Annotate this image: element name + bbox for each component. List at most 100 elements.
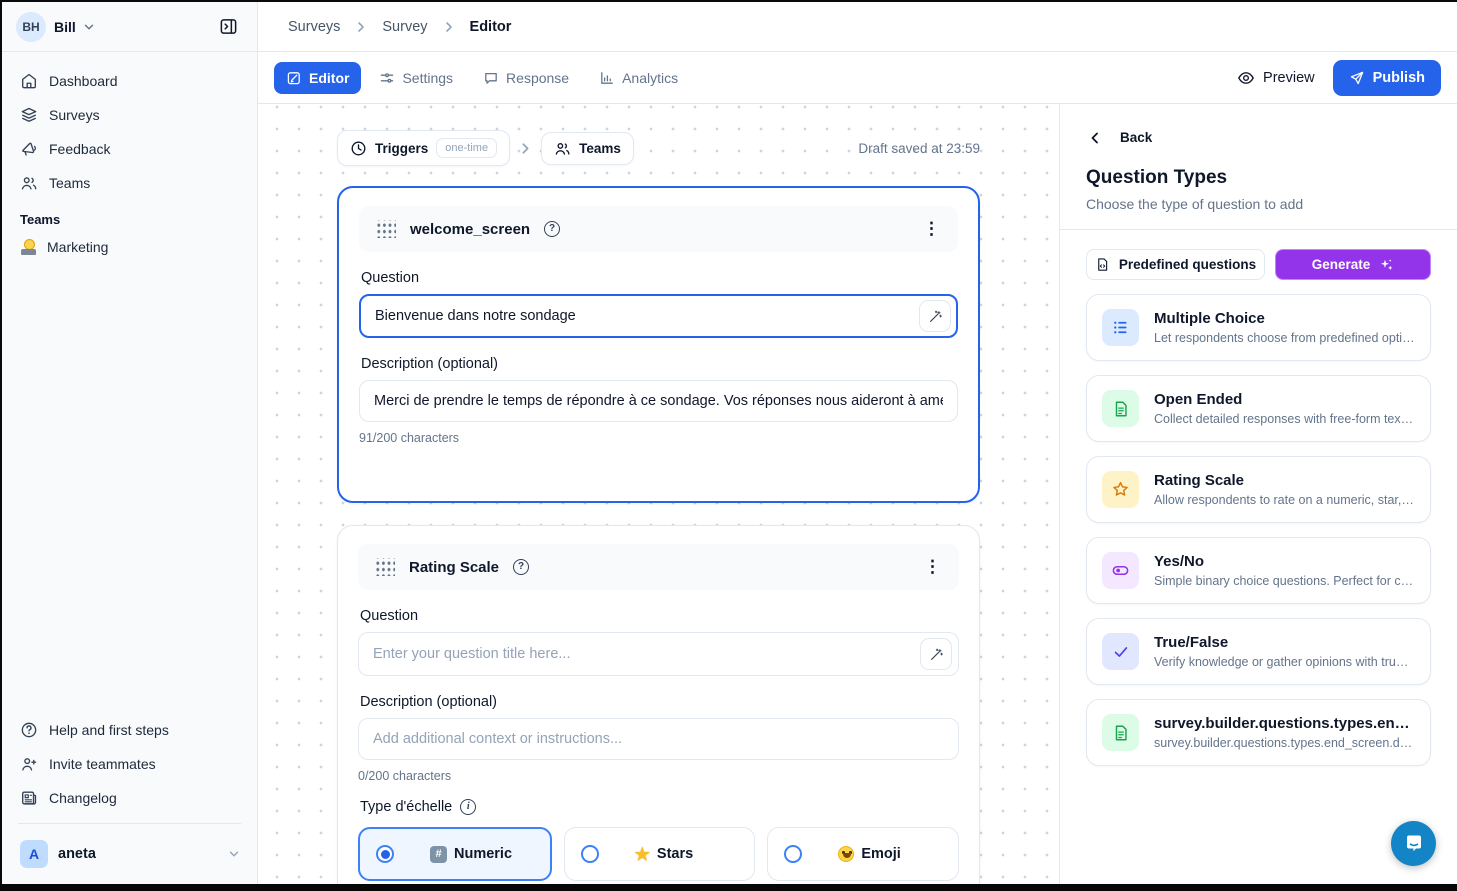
radio-unchecked-icon[interactable] [581,845,599,863]
magic-wand-icon [929,647,944,662]
question-type-yes-no[interactable]: Yes/No Simple binary choice questions. P… [1086,537,1431,604]
question-type-open-ended[interactable]: Open Ended Collect detailed responses wi… [1086,375,1431,442]
chat-smile-icon [1402,832,1426,856]
user-plus-icon [20,755,38,773]
question-type-description: Let respondents choose from predefined o… [1154,331,1415,345]
chevron-right-icon [518,141,533,156]
drag-handle-icon[interactable] [374,558,395,576]
radio-checked-icon[interactable] [376,845,394,863]
triggers-chip[interactable]: Triggers one-time [337,130,510,166]
clock-icon [350,140,367,157]
main-area: Surveys Survey Editor Editor Settings Re… [258,2,1457,884]
welcome-description-input[interactable] [359,380,958,422]
chevron-down-icon [229,849,239,859]
rating-question-input[interactable] [358,632,959,676]
question-type-multiple-choice[interactable]: Multiple Choice Let respondents choose f… [1086,294,1431,361]
kebab-menu-icon[interactable]: ⋮ [922,557,943,577]
generate-label: Generate [1312,257,1371,272]
document-icon [1102,390,1139,427]
question-type-description: Collect detailed responses with free-for… [1154,412,1415,426]
sidebar-item-teams[interactable]: Teams [12,166,247,200]
question-type-true-false[interactable]: True/False Verify knowledge or gather op… [1086,618,1431,685]
sidebar-item-feedback[interactable]: Feedback [12,132,247,166]
user-avatar[interactable]: BH [16,12,46,42]
question-type-title: Rating Scale [1154,472,1415,489]
welcome-card-title: welcome_screen [410,221,530,238]
list-icon [1102,309,1139,346]
question-type-rating-scale[interactable]: Rating Scale Allow respondents to rate o… [1086,456,1431,523]
drag-handle-icon[interactable] [375,220,396,238]
description-label: Description (optional) [360,694,957,710]
tab-response[interactable]: Response [471,62,581,94]
predefined-questions-button[interactable]: Predefined questions [1086,249,1265,280]
chat-bubble-icon [483,70,499,86]
scale-option-numeric[interactable]: #Numeric [358,827,552,881]
sidebar-collapse-button[interactable] [213,12,243,42]
breadcrumb-surveys[interactable]: Surveys [288,19,340,35]
sidebar-item-surveys[interactable]: Surveys [12,98,247,132]
bar-chart-icon [599,70,615,86]
divider [18,823,241,824]
sidebar-item-label: Dashboard [49,73,118,89]
teams-chip-label: Teams [579,141,621,156]
publish-button[interactable]: Publish [1333,60,1441,96]
ai-rewrite-button[interactable] [919,300,951,332]
tab-analytics[interactable]: Analytics [587,62,690,94]
question-type-end-screen[interactable]: survey.builder.questions.types.end_scr..… [1086,699,1431,766]
welcome-question-input[interactable] [359,294,958,338]
sidebar-item-marketing[interactable]: Marketing [2,231,257,263]
help-icon[interactable]: ? [513,559,529,575]
breadcrumb-editor: Editor [470,19,512,35]
chevron-down-icon [84,22,94,32]
sidebar-item-changelog[interactable]: Changelog [12,781,247,815]
char-counter: 0/200 characters [358,769,959,783]
question-label: Question [360,608,957,624]
sidebar-item-label: Help and first steps [49,722,169,738]
sidebar-item-invite[interactable]: Invite teammates [12,747,247,781]
tab-editor[interactable]: Editor [274,62,361,94]
back-button[interactable]: Back [1086,126,1431,145]
trigger-type-badge: one-time [436,138,497,158]
sidebar-item-dashboard[interactable]: Dashboard [12,64,247,98]
ai-rewrite-button[interactable] [920,638,952,670]
welcome-card-header[interactable]: welcome_screen ? ⋮ [359,206,958,252]
help-icon[interactable]: ? [544,221,560,237]
rating-scale-card[interactable]: Rating Scale ? ⋮ Question Description (o… [337,525,980,884]
tab-label: Editor [309,70,349,86]
pencil-square-icon [286,70,302,86]
scale-type-label: Type d'échelle [360,799,452,815]
question-type-description: Allow respondents to rate on a numeric, … [1154,493,1415,507]
scale-option-emoji[interactable]: Emoji [767,827,959,881]
description-label: Description (optional) [361,356,956,372]
scale-option-stars[interactable]: ★Stars [564,827,756,881]
user-name[interactable]: Bill [54,19,76,35]
breadcrumb: Surveys Survey Editor [258,2,1457,52]
scale-option-label: Stars [657,846,693,862]
account-switcher[interactable]: A aneta [12,832,247,884]
sidebar-nav: Dashboard Surveys Feedback Teams [2,52,257,200]
rating-description-input[interactable] [358,718,959,760]
chevron-right-icon [442,20,456,34]
rating-card-title: Rating Scale [409,559,499,576]
radio-unchecked-icon[interactable] [784,845,802,863]
preview-button[interactable]: Preview [1237,69,1315,87]
divider [1060,229,1457,230]
users-icon [554,140,571,157]
document-icon [1102,714,1139,751]
teams-chip[interactable]: Teams [541,132,634,165]
sidebar-item-label: Changelog [49,790,117,806]
welcome-screen-card[interactable]: welcome_screen ? ⋮ Question Description … [337,186,980,503]
generate-button[interactable]: Generate [1275,249,1431,280]
send-icon [1349,70,1365,86]
info-icon[interactable]: i [460,799,476,815]
back-label: Back [1120,130,1152,145]
breadcrumb-survey[interactable]: Survey [382,19,427,35]
editor-toolbar: Editor Settings Response Analytics Previ… [258,52,1457,104]
question-type-description: survey.builder.questions.types.end_scree… [1154,736,1415,750]
sidebar-item-help[interactable]: Help and first steps [12,713,247,747]
chevron-left-icon [1088,131,1102,145]
chat-launcher-button[interactable] [1391,821,1436,866]
kebab-menu-icon[interactable]: ⋮ [921,219,942,239]
tab-settings[interactable]: Settings [367,62,465,94]
rating-card-header[interactable]: Rating Scale ? ⋮ [358,544,959,590]
